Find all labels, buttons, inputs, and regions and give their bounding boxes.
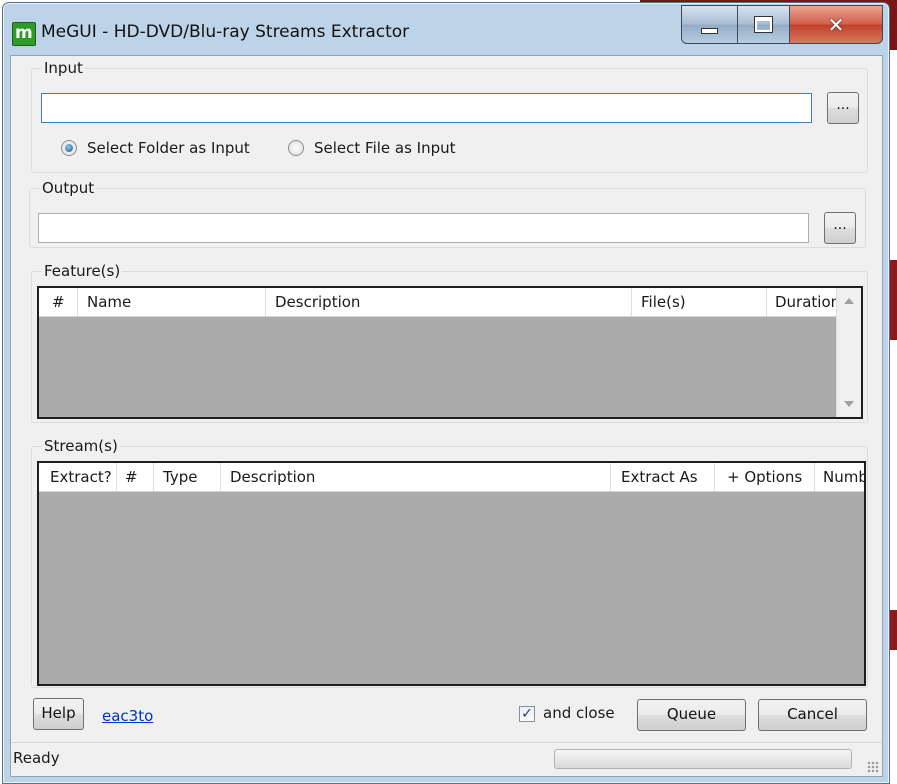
input-group: Input ... Select Folder as Input Select …	[31, 59, 868, 173]
radio-folder-label: Select Folder as Input	[87, 139, 250, 157]
eac3to-link[interactable]: eac3to	[102, 707, 153, 725]
title-bar[interactable]: MeGUI - HD-DVD/Blu-ray Streams Extractor…	[3, 3, 889, 55]
radio-select-folder[interactable]: Select Folder as Input	[61, 139, 250, 157]
streams-col-numb[interactable]: Numb	[815, 463, 864, 491]
maximize-icon	[754, 16, 773, 33]
extractor-window: MeGUI - HD-DVD/Blu-ray Streams Extractor…	[2, 2, 890, 784]
input-browse-button[interactable]: ...	[827, 92, 859, 124]
streams-col-options[interactable]: + Options	[715, 463, 815, 491]
status-progress-bar	[554, 749, 852, 769]
status-text: Ready	[13, 749, 60, 767]
radio-folder-indicator[interactable]	[61, 140, 77, 156]
radio-file-indicator[interactable]	[288, 140, 304, 156]
features-group-label: Feature(s)	[42, 262, 123, 280]
streams-col-extract-as[interactable]: Extract As	[611, 463, 715, 491]
streams-col-number[interactable]: #	[117, 463, 154, 491]
window-title: MeGUI - HD-DVD/Blu-ray Streams Extractor	[41, 22, 410, 42]
streams-group-label: Stream(s)	[42, 437, 120, 455]
scroll-up-arrow-icon[interactable]	[844, 298, 854, 304]
radio-file-label: Select File as Input	[314, 139, 456, 157]
output-group: Output ...	[29, 179, 866, 248]
output-path-field[interactable]	[38, 213, 809, 243]
close-icon: ✕	[827, 12, 845, 37]
minimize-icon	[701, 27, 718, 34]
minimize-button[interactable]	[681, 5, 738, 44]
scroll-down-arrow-icon[interactable]	[844, 401, 854, 407]
megui-app-icon	[12, 22, 36, 46]
radio-select-file[interactable]: Select File as Input	[288, 139, 456, 157]
cancel-button[interactable]: Cancel	[758, 699, 867, 731]
streams-list[interactable]: Extract? # Type Description Extract As +…	[37, 461, 866, 686]
features-col-name[interactable]: Name	[78, 288, 266, 316]
features-col-number[interactable]: #	[39, 288, 78, 316]
and-close-label: and close	[543, 704, 615, 722]
streams-group: Stream(s) Extract? # Type Description Ex…	[31, 437, 868, 688]
streams-list-header: Extract? # Type Description Extract As +…	[39, 463, 864, 492]
output-browse-button[interactable]: ...	[824, 212, 856, 244]
features-col-files[interactable]: File(s)	[632, 288, 767, 316]
features-col-description[interactable]: Description	[266, 288, 632, 316]
status-bar: Ready	[11, 742, 882, 776]
caption-buttons: ✕	[681, 5, 884, 45]
resize-grip-icon[interactable]	[867, 761, 879, 773]
features-group: Feature(s) # Name Description File(s) Du…	[31, 262, 868, 423]
client-area: Input ... Select Folder as Input Select …	[10, 55, 883, 777]
streams-col-description[interactable]: Description	[221, 463, 611, 491]
maximize-button[interactable]	[738, 5, 790, 44]
output-group-label: Output	[40, 179, 97, 197]
features-scrollbar[interactable]	[836, 288, 861, 417]
close-button[interactable]: ✕	[790, 5, 883, 44]
features-list[interactable]: # Name Description File(s) Duration	[37, 286, 863, 419]
streams-col-extract[interactable]: Extract?	[39, 463, 117, 491]
queue-button[interactable]: Queue	[637, 699, 746, 731]
features-list-header: # Name Description File(s) Duration	[39, 288, 837, 317]
features-col-duration[interactable]: Duration	[767, 288, 837, 316]
input-path-field[interactable]	[41, 93, 812, 123]
help-button[interactable]: Help	[33, 698, 84, 730]
streams-col-type[interactable]: Type	[154, 463, 221, 491]
and-close-checkbox[interactable]: ✓	[519, 706, 535, 722]
input-group-label: Input	[42, 59, 85, 77]
